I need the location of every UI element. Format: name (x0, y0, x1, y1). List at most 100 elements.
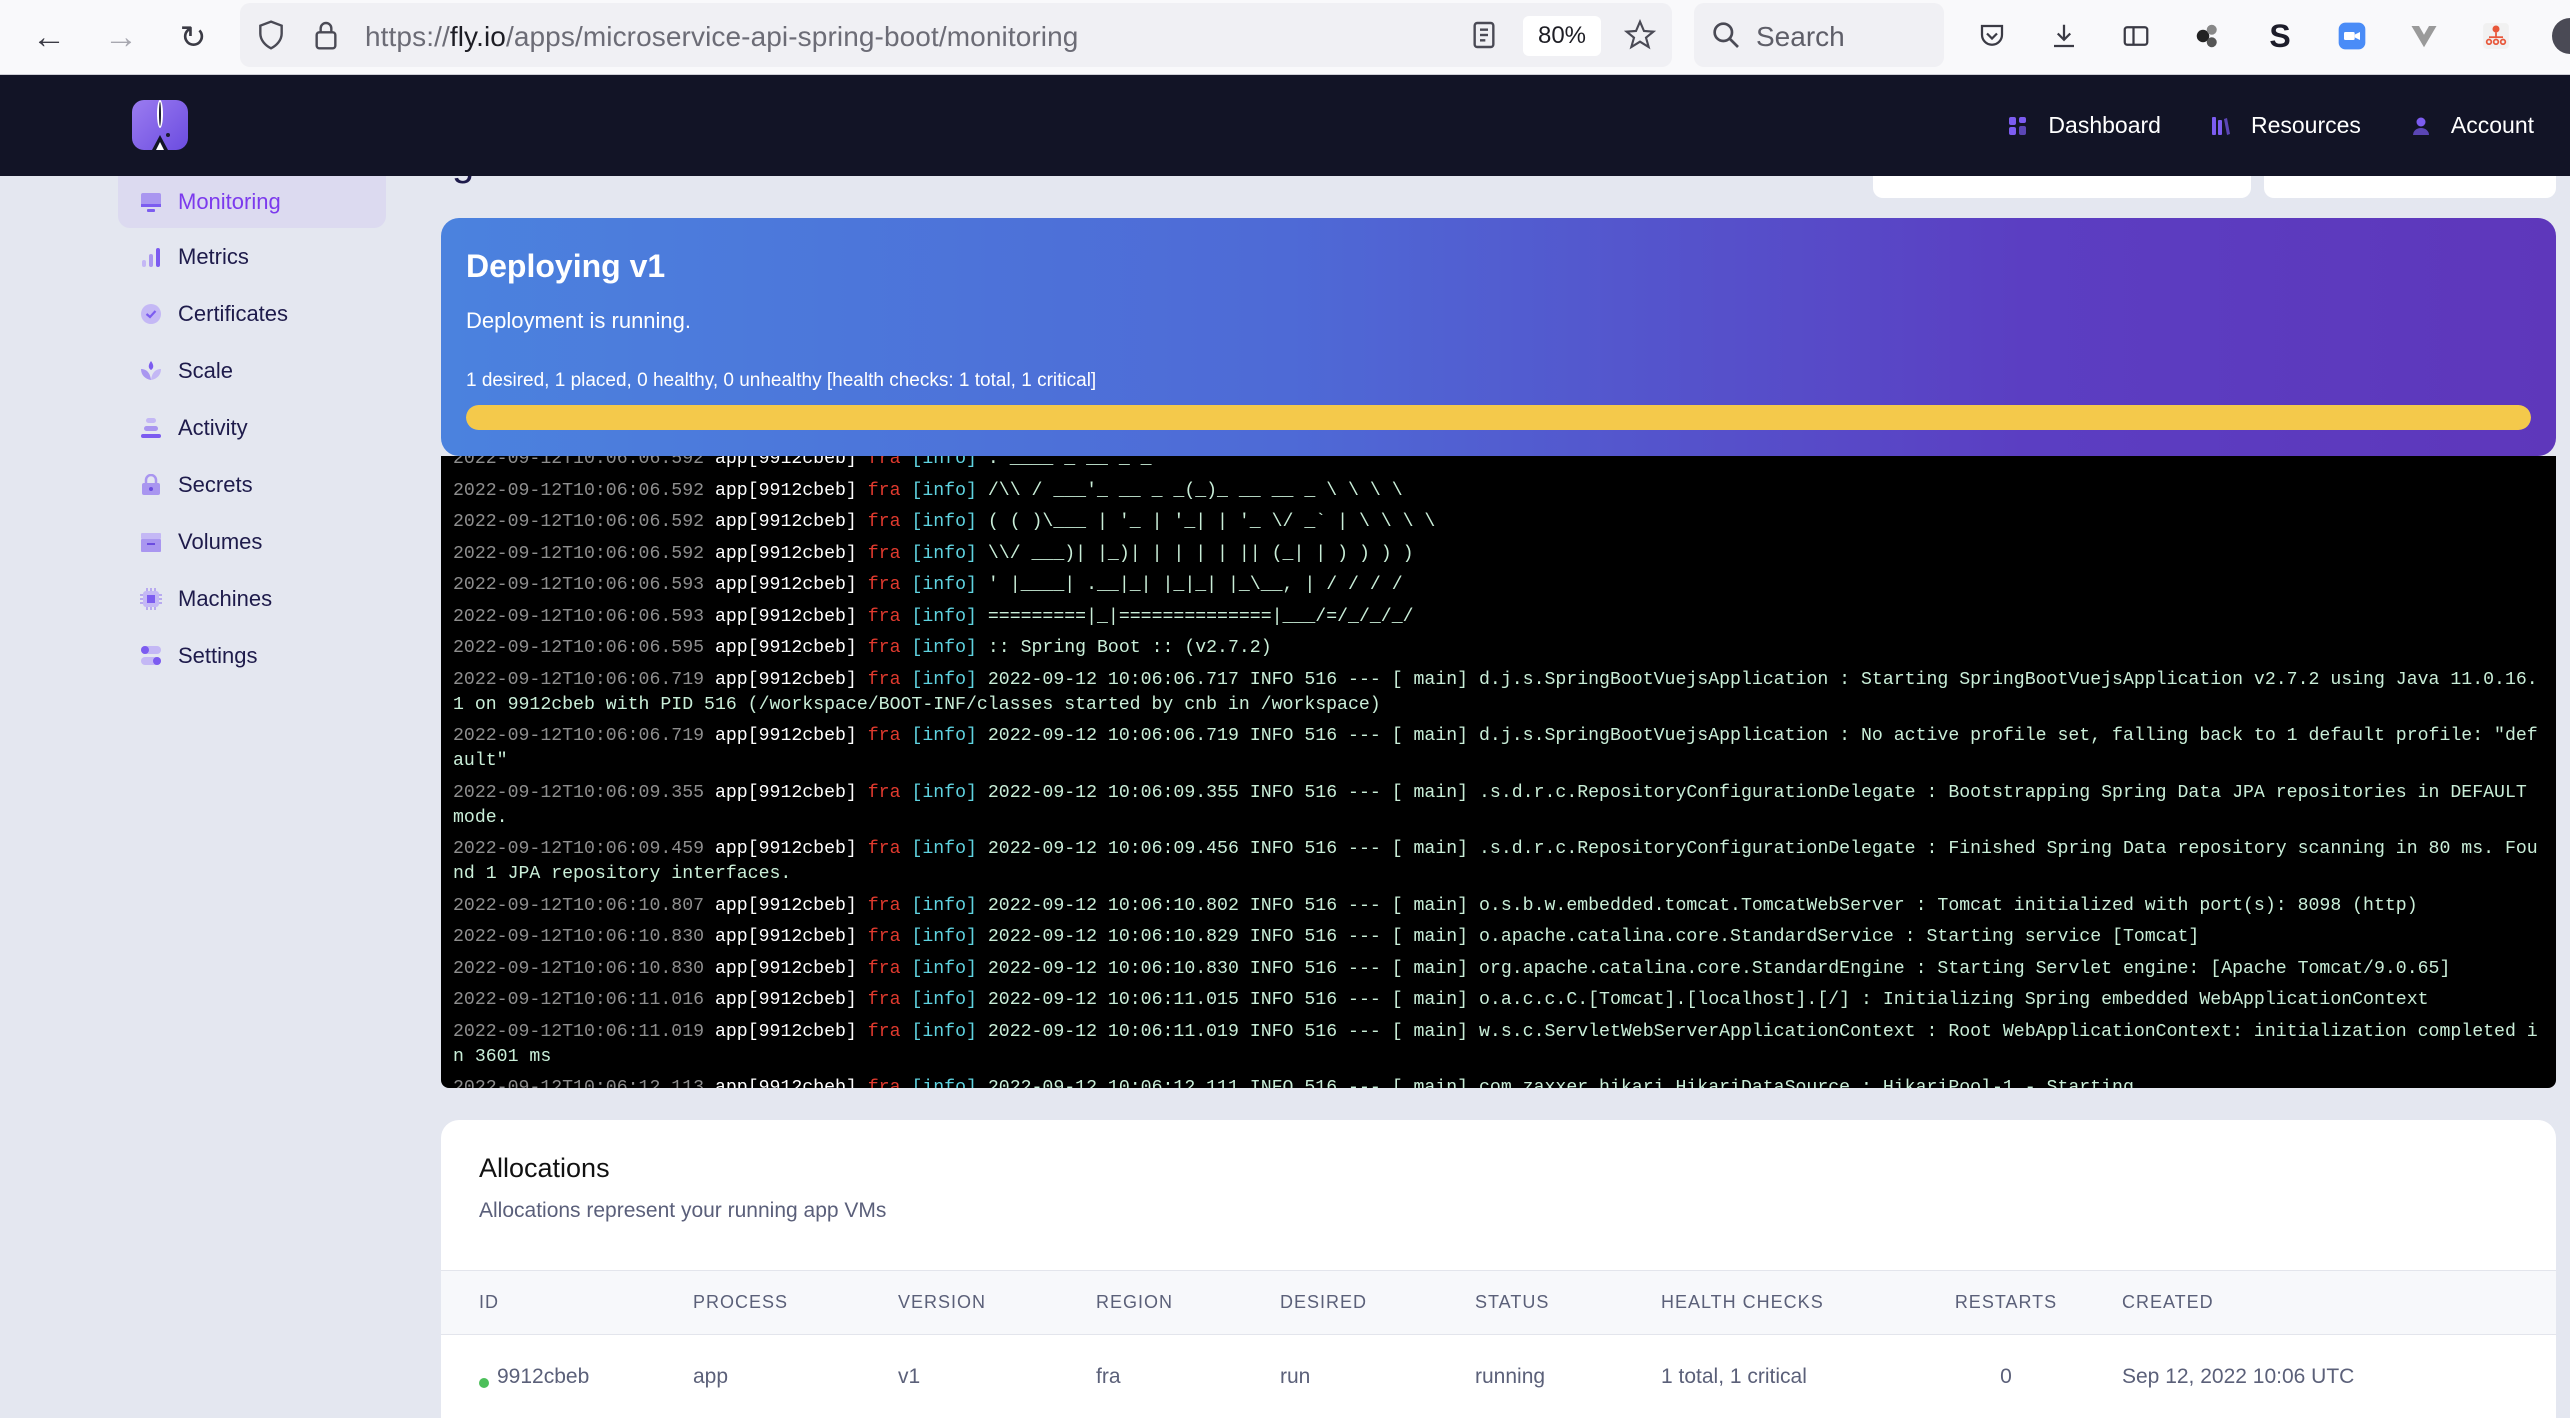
sidebar-item-machines[interactable]: Machines (118, 570, 386, 627)
reader-icon[interactable] (1468, 19, 1500, 51)
log-region: fra (867, 726, 901, 746)
log-line: 2022-09-12T10:06:11.019 app[9912cbeb] fr… (453, 1020, 2544, 1070)
log-level: [info] (911, 669, 977, 690)
log-region: fra (867, 512, 901, 532)
sidebar-label-activity: Activity (178, 414, 248, 440)
log-timestamp: 2022-09-12T10:06:10.807 (453, 895, 705, 916)
header-nav: Dashboard Resources Account (2008, 75, 2534, 176)
url-text[interactable]: https://fly.io/apps/microservice-api-spr… (365, 21, 1078, 53)
log-timestamp: 2022-09-12T10:06:06.719 (453, 669, 705, 690)
log-instance: app[9912cbeb] (714, 575, 857, 595)
log-instance: app[9912cbeb] (714, 782, 857, 803)
nav-dashboard[interactable]: Dashboard (2008, 112, 2161, 139)
sidebar-label-secrets: Secrets (178, 471, 253, 497)
download-icon[interactable] (2046, 18, 2082, 54)
log-timestamp: 2022-09-12T10:06:06.593 (453, 575, 705, 595)
log-message: ' |____| .__|_| |_|_| |_\__, | / / / / (987, 575, 1403, 595)
sidebar-item-secrets[interactable]: Secrets (118, 456, 386, 513)
books-icon (2211, 116, 2230, 135)
toggles-icon (141, 645, 161, 665)
log-timestamp: 2022-09-12T10:06:09.355 (453, 782, 705, 803)
allocations-title: Allocations (479, 1153, 610, 1183)
log-timestamp: 2022-09-12T10:06:10.830 (453, 958, 705, 979)
log-line: 2022-09-12T10:06:06.592 app[9912cbeb] fr… (453, 456, 2544, 472)
log-message: :: Spring Boot :: (v2.7.2) (987, 638, 1272, 658)
search-placeholder: Search (1756, 21, 1845, 52)
log-line: 2022-09-12T10:06:10.830 app[9912cbeb] fr… (453, 957, 2544, 982)
log-line: 2022-09-12T10:06:06.719 app[9912cbeb] fr… (453, 668, 2544, 718)
cell-process: app (693, 1364, 729, 1388)
log-level: [info] (911, 606, 977, 627)
deployment-title: Deploying v1 (466, 248, 666, 284)
cell-health-checks: 1 total, 1 critical (1661, 1364, 1807, 1388)
fly-logo[interactable] (132, 100, 188, 150)
reload-icon[interactable]: ↻ (172, 16, 214, 58)
sidebar-icon[interactable] (2118, 18, 2154, 54)
log-line: 2022-09-12T10:06:06.592 app[9912cbeb] fr… (453, 479, 2544, 504)
vue-devtools-icon[interactable] (2406, 18, 2442, 54)
stack-icon (141, 417, 161, 438)
sidebar-item-volumes[interactable]: Volumes (118, 513, 386, 570)
search-bar[interactable]: Search (1694, 3, 1944, 67)
forward-icon[interactable]: → (100, 16, 142, 58)
back-icon[interactable]: ← (28, 16, 70, 58)
deployment-stats: 1 desired, 1 placed, 0 healthy, 0 unheal… (466, 370, 1097, 391)
sidebar-item-scale[interactable]: Scale (118, 342, 386, 399)
log-lines: 2022-09-12T10:06:06.592 app[9912cbeb] fr… (453, 456, 2544, 1088)
log-instance: app[9912cbeb] (714, 726, 857, 746)
log-level: [info] (911, 958, 977, 979)
log-line: 2022-09-12T10:06:06.595 app[9912cbeb] fr… (453, 636, 2544, 661)
nav-account[interactable]: Account (2411, 112, 2534, 139)
sidebar-item-monitoring[interactable]: Monitoring (118, 176, 386, 228)
log-region: fra (867, 1078, 901, 1088)
extension-s-icon[interactable]: S (2262, 18, 2298, 54)
log-region: fra (867, 1021, 901, 1042)
log-instance: app[9912cbeb] (714, 606, 857, 627)
log-line: 2022-09-12T10:06:06.593 app[9912cbeb] fr… (453, 573, 2544, 598)
sidebar-item-activity[interactable]: Activity (118, 399, 386, 456)
log-timestamp: 2022-09-12T10:06:11.016 (453, 990, 705, 1010)
zoom-video-icon[interactable] (2334, 18, 2370, 54)
url-bar[interactable]: https://fly.io/apps/microservice-api-spr… (240, 3, 1672, 67)
lock-icon (142, 473, 160, 495)
zoom-level-badge[interactable]: 80% (1523, 16, 1601, 56)
shield-icon[interactable] (255, 19, 287, 51)
nav-account-label: Account (2450, 112, 2534, 138)
profile-avatar-icon[interactable] (2552, 18, 2570, 54)
log-line: 2022-09-12T10:06:09.459 app[9912cbeb] fr… (453, 837, 2544, 887)
log-message: =========|_|==============|___/=/_/_/_/ (987, 606, 1414, 627)
log-line: 2022-09-12T10:06:06.719 app[9912cbeb] fr… (453, 724, 2544, 774)
log-region: fra (867, 958, 901, 979)
sidebar-label-scale: Scale (178, 357, 234, 383)
table-row[interactable]: 9912cbeb app v1 fra run running 1 total,… (441, 1335, 2556, 1418)
log-level: [info] (911, 1078, 977, 1088)
log-timestamp: 2022-09-12T10:06:06.719 (453, 726, 705, 746)
sidebar-item-settings[interactable]: Settings (118, 627, 386, 684)
extension-balls-icon[interactable] (2190, 18, 2226, 54)
log-message: 2022-09-12 10:06:10.830 INFO 516 --- [ m… (987, 958, 2451, 979)
app-header: Dashboard Resources Account (0, 75, 2570, 176)
nav-resources[interactable]: Resources (2211, 112, 2361, 139)
log-level: [info] (911, 782, 977, 803)
bar-chart-icon (142, 247, 160, 267)
pocket-icon[interactable] (1974, 18, 2010, 54)
deployment-progress-bar (466, 405, 2531, 430)
log-level: [info] (911, 726, 977, 746)
log-viewer[interactable]: 2022-09-12T10:06:06.592 app[9912cbeb] fr… (441, 456, 2556, 1088)
log-message: ( ( )\___ | '_ | '_| | '_ \/ _` | \ \ \ … (987, 512, 1436, 532)
search-icon (1713, 22, 1739, 48)
sidebar-item-certificates[interactable]: Certificates (118, 285, 386, 342)
sitemap-extension-icon[interactable] (2478, 18, 2514, 54)
badge-check-icon (141, 303, 161, 324)
nav-dashboard-label: Dashboard (2048, 112, 2161, 138)
log-region: fra (867, 606, 901, 627)
lock-icon[interactable] (310, 19, 342, 51)
allocation-id-link[interactable]: 9912cbeb (497, 1365, 589, 1388)
cell-id[interactable]: 9912cbeb (441, 1335, 693, 1418)
sidebar-item-metrics[interactable]: Metrics (118, 228, 386, 285)
log-region: fra (867, 839, 901, 859)
log-timestamp: 2022-09-12T10:06:06.592 (453, 512, 705, 532)
sprout-icon (141, 360, 161, 380)
user-icon (2412, 117, 2429, 135)
star-icon[interactable] (1624, 19, 1656, 51)
